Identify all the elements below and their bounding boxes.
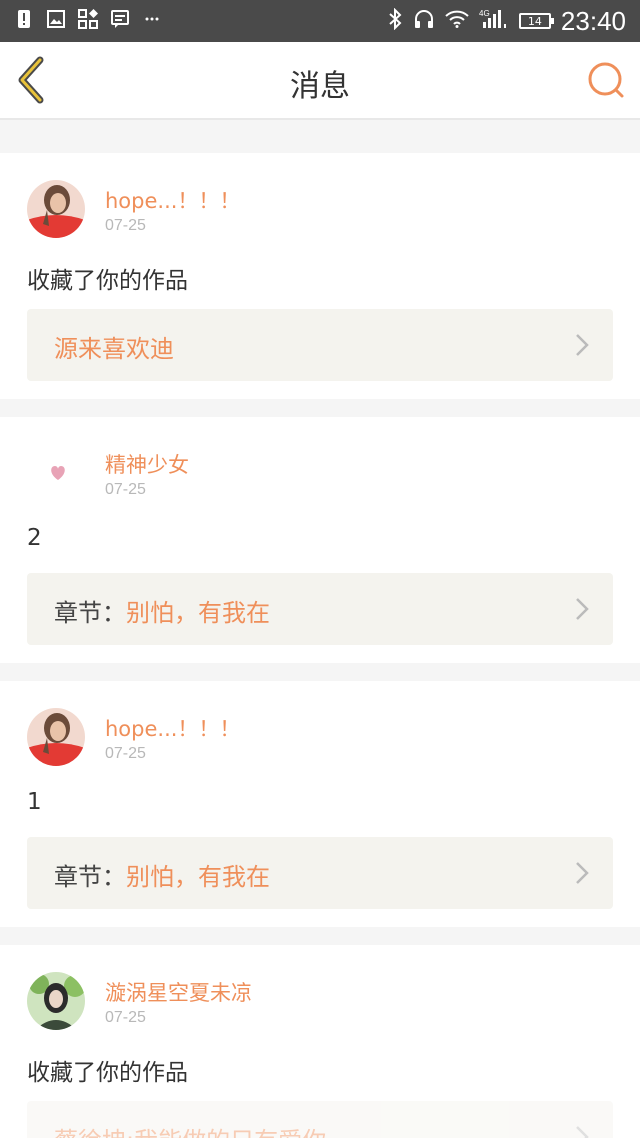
message-item[interactable]: hope...！！！ 07-25 收藏了你的作品 源来喜欢迪 bbox=[0, 153, 640, 399]
user-avatar[interactable] bbox=[27, 708, 85, 766]
svg-text:4G: 4G bbox=[479, 9, 490, 18]
ref-title: 别怕，有我在 bbox=[126, 599, 270, 627]
message-icon bbox=[110, 9, 130, 29]
ref-title: 别怕，有我在 bbox=[126, 863, 270, 891]
message-item[interactable]: 精神少女 07-25 2 章节：别怕，有我在 bbox=[0, 417, 640, 663]
user-name[interactable]: hope...！！！ bbox=[105, 713, 240, 743]
message-date: 07-25 bbox=[105, 217, 146, 234]
user-name[interactable]: hope...！！！ bbox=[105, 185, 240, 215]
battery-level: 14 bbox=[527, 14, 542, 28]
search-icon bbox=[588, 62, 624, 98]
user-avatar[interactable] bbox=[27, 444, 85, 502]
chevron-right-icon bbox=[576, 862, 589, 884]
bluetooth-icon bbox=[387, 7, 403, 34]
ref-label: 章节： bbox=[54, 599, 126, 627]
apps-icon bbox=[78, 9, 98, 29]
message-text: 1 bbox=[27, 789, 42, 815]
user-avatar[interactable] bbox=[27, 180, 85, 238]
more-icon bbox=[142, 9, 162, 29]
ref-title: 蔡徐坤:我能做的只有爱你 bbox=[54, 1127, 326, 1138]
headphones-icon bbox=[413, 8, 435, 34]
message-date: 07-25 bbox=[105, 1009, 146, 1026]
alert-icon bbox=[14, 9, 34, 29]
message-text: 收藏了你的作品 bbox=[27, 268, 188, 294]
search-button[interactable] bbox=[586, 60, 626, 100]
chevron-right-icon bbox=[576, 334, 589, 356]
message-item[interactable]: 漩涡星空夏未凉 07-25 收藏了你的作品 蔡徐坤:我能做的只有爱你 bbox=[0, 945, 640, 1138]
header-bar: 消息 bbox=[0, 42, 640, 120]
ref-title: 源来喜欢迪 bbox=[54, 335, 174, 363]
message-date: 07-25 bbox=[105, 745, 146, 762]
user-name[interactable]: 漩涡星空夏未凉 bbox=[105, 977, 252, 1007]
message-text: 收藏了你的作品 bbox=[27, 1060, 188, 1086]
signal-icon: 4G bbox=[479, 8, 509, 34]
user-avatar[interactable] bbox=[27, 972, 85, 1030]
chevron-right-icon bbox=[576, 598, 589, 620]
page-title: 消息 bbox=[290, 69, 350, 104]
ref-label: 章节： bbox=[54, 863, 126, 891]
image-icon bbox=[46, 9, 66, 29]
user-name[interactable]: 精神少女 bbox=[105, 449, 189, 479]
work-link[interactable]: 源来喜欢迪 bbox=[27, 309, 613, 381]
chevron-right-icon bbox=[576, 1126, 589, 1138]
status-time: 23:40 bbox=[560, 5, 626, 36]
message-item[interactable]: hope...！！！ 07-25 1 章节：别怕，有我在 bbox=[0, 681, 640, 927]
work-link[interactable]: 蔡徐坤:我能做的只有爱你 bbox=[27, 1101, 613, 1138]
chapter-link[interactable]: 章节：别怕，有我在 bbox=[27, 573, 613, 645]
chapter-link[interactable]: 章节：别怕，有我在 bbox=[27, 837, 613, 909]
message-text: 2 bbox=[27, 525, 42, 551]
status-bar: 4G 14 23:40 bbox=[0, 0, 640, 42]
message-date: 07-25 bbox=[105, 481, 146, 498]
battery-icon: 14 bbox=[518, 13, 554, 29]
wifi-icon bbox=[445, 10, 469, 32]
